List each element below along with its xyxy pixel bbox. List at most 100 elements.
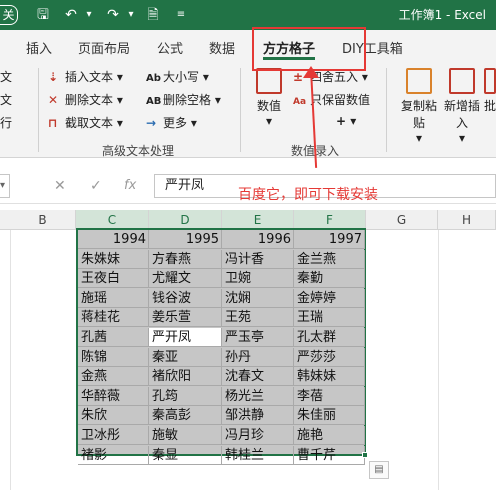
redo-dropdown-icon[interactable]: ▾ xyxy=(122,6,140,24)
table-cell[interactable]: 蒋桂花 xyxy=(78,308,149,328)
table-cell[interactable]: 孔太群 xyxy=(294,328,365,347)
header-cell[interactable]: 1994 xyxy=(78,230,149,249)
table-cell[interactable]: 秦显 xyxy=(149,445,222,465)
table-cell[interactable]: 王瑞 xyxy=(294,308,365,328)
document-icon[interactable]: 🗎 xyxy=(144,6,162,24)
customize-qat-icon[interactable]: ≡ xyxy=(172,6,190,24)
table-cell[interactable]: 褚欣阳 xyxy=(149,367,222,387)
callout-arrow-head-icon xyxy=(303,66,319,78)
table-cell[interactable]: 秦高彭 xyxy=(149,406,222,426)
delete-text-button[interactable]: ✕ 删除文本 ▾ xyxy=(48,91,123,108)
column-header-g[interactable]: G xyxy=(366,210,438,230)
header-cell[interactable]: 1995 xyxy=(149,230,222,249)
table-cell[interactable]: 施敏 xyxy=(149,426,222,445)
table-cell[interactable]: 金燕 xyxy=(78,367,149,387)
undo-icon[interactable]: ↶ xyxy=(62,6,80,24)
ribbon-left-item-2[interactable]: 文 xyxy=(0,91,12,108)
table-cell[interactable]: 施瑶 xyxy=(78,288,149,308)
ribbon-separator xyxy=(38,68,39,152)
table-cell[interactable]: 严开凤 xyxy=(149,328,222,347)
column-header-d[interactable]: D xyxy=(149,210,222,230)
quick-analysis-icon[interactable]: ▤ xyxy=(369,461,389,479)
fx-icon[interactable]: fx xyxy=(124,178,136,193)
fill-handle[interactable] xyxy=(362,452,368,458)
table-cell[interactable]: 严玉亭 xyxy=(222,328,294,347)
case-button[interactable]: Ab 大小写 ▾ xyxy=(146,68,209,85)
extract-text-button[interactable]: ⊓ 截取文本 ▾ xyxy=(48,114,123,131)
column-header-c[interactable]: C xyxy=(76,210,149,230)
table-cell[interactable]: 韩妹妹 xyxy=(294,367,365,387)
table-cell[interactable]: 褚影 xyxy=(78,445,149,465)
name-box-dropdown[interactable]: ▾ xyxy=(0,174,10,198)
ribbon: 文 文 行 ⇣ 插入文本 ▾ ✕ 删除文本 ▾ ⊓ 截取文本 ▾ Ab 大小写 ▾ AB… xyxy=(0,62,496,158)
table-cell[interactable]: 朱欣 xyxy=(78,406,149,426)
add-insert-button[interactable]: 新增插入 ▾ xyxy=(442,68,482,145)
batch-button[interactable]: 批 xyxy=(484,68,496,114)
redo-icon[interactable]: ↷ xyxy=(104,6,122,24)
column-header-f[interactable]: F xyxy=(294,210,366,230)
header-cell[interactable]: 1996 xyxy=(222,230,294,249)
tab-data[interactable]: 数据 xyxy=(209,38,235,57)
table-cell[interactable]: 施艳 xyxy=(294,426,365,445)
save-icon[interactable]: 🖫 xyxy=(34,6,52,24)
numeric-button[interactable]: 数值 ▾ xyxy=(254,68,284,128)
tab-page-layout[interactable]: 页面布局 xyxy=(78,38,130,57)
table-cell[interactable]: 冯计香 xyxy=(222,249,294,269)
insert-text-button[interactable]: ⇣ 插入文本 ▾ xyxy=(48,68,123,85)
table-cell[interactable]: 孙丹 xyxy=(222,347,294,367)
keep-values-button[interactable]: Aa 只保留数值 xyxy=(293,91,370,108)
column-header-b[interactable]: B xyxy=(10,210,76,230)
left-chip[interactable]: 关 xyxy=(0,5,18,25)
gridline xyxy=(10,230,11,490)
delete-spaces-button[interactable]: AB 删除空格 ▾ xyxy=(146,91,221,108)
tab-formulas[interactable]: 公式 xyxy=(157,38,183,57)
table-cell[interactable]: 王夜白 xyxy=(78,269,149,289)
delete-spaces-icon: AB xyxy=(146,96,162,107)
table-cell[interactable]: 华醉薇 xyxy=(78,386,149,406)
table-cell[interactable]: 冯月珍 xyxy=(222,426,294,445)
delete-text-icon: ✕ xyxy=(48,93,59,107)
callout-text: 百度它，即可下载安装 xyxy=(238,187,378,203)
table-cell[interactable]: 秦勤 xyxy=(294,269,365,289)
copy-paste-button[interactable]: 复制粘贴 ▾ xyxy=(398,68,440,145)
column-header-e[interactable]: E xyxy=(222,210,294,230)
table-cell[interactable]: 李蓓 xyxy=(294,386,365,406)
table-cell[interactable]: 沈娴 xyxy=(222,288,294,308)
table-cell[interactable]: 沈春文 xyxy=(222,367,294,387)
plus-button[interactable]: + ▾ xyxy=(336,114,356,128)
extract-text-icon: ⊓ xyxy=(48,116,58,130)
table-cell[interactable]: 朱姝妹 xyxy=(78,249,149,269)
table-cell[interactable]: 杨光兰 xyxy=(222,386,294,406)
insert-text-icon: ⇣ xyxy=(48,70,59,84)
table-cell[interactable]: 秦亚 xyxy=(149,347,222,367)
table-cell[interactable]: 朱佳丽 xyxy=(294,406,365,426)
ribbon-separator xyxy=(240,68,241,152)
column-header-h[interactable]: H xyxy=(438,210,496,230)
more-button[interactable]: → 更多 ▾ xyxy=(146,114,197,131)
table-cell[interactable]: 陈锦 xyxy=(78,347,149,367)
table-insert-icon xyxy=(449,68,475,94)
table-cell[interactable]: 方春燕 xyxy=(149,249,222,269)
table-cell[interactable]: 尤耀文 xyxy=(149,269,222,289)
arrow-right-icon: → xyxy=(146,116,157,130)
undo-dropdown-icon[interactable]: ▾ xyxy=(80,6,98,24)
ribbon-left-item-3[interactable]: 行 xyxy=(0,114,12,131)
table-cell[interactable]: 金兰燕 xyxy=(294,249,365,269)
table-cell[interactable]: 孔茜 xyxy=(78,328,149,347)
enter-icon[interactable]: ✓ xyxy=(90,178,102,194)
ribbon-left-item-1[interactable]: 文 xyxy=(0,68,12,85)
tab-insert[interactable]: 插入 xyxy=(26,38,52,57)
table-cell[interactable]: 姜乐萱 xyxy=(149,308,222,328)
table-cell[interactable]: 金婷婷 xyxy=(294,288,365,308)
table-cell[interactable]: 曹千芹 xyxy=(294,445,365,465)
table-cell[interactable]: 严莎莎 xyxy=(294,347,365,367)
table-cell[interactable]: 王苑 xyxy=(222,308,294,328)
table-cell[interactable]: 孔筠 xyxy=(149,386,222,406)
table-cell[interactable]: 邹洪静 xyxy=(222,406,294,426)
cancel-icon[interactable]: ✕ xyxy=(54,178,66,194)
header-cell[interactable]: 1997 xyxy=(294,230,365,249)
table-cell[interactable]: 钱谷波 xyxy=(149,288,222,308)
table-cell[interactable]: 卫婉 xyxy=(222,269,294,289)
table-cell[interactable]: 韩桂兰 xyxy=(222,445,294,465)
table-cell[interactable]: 卫冰彤 xyxy=(78,426,149,445)
